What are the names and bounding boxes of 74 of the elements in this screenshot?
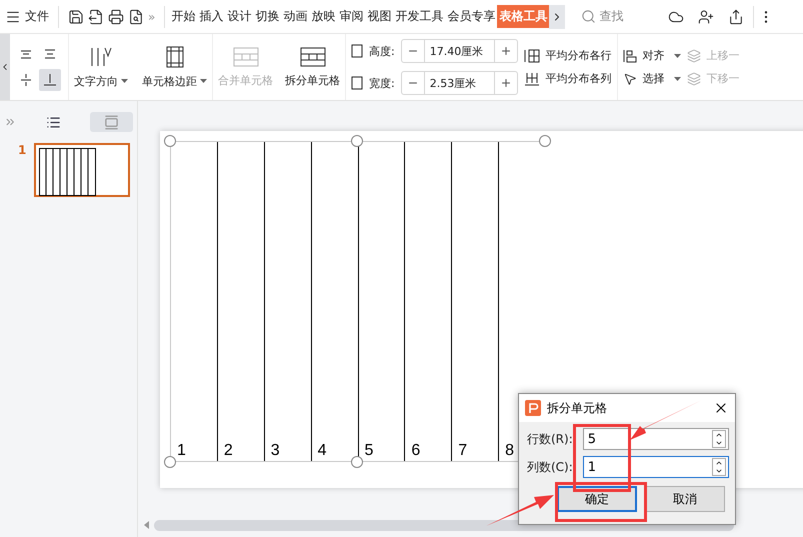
align-icon [43, 73, 57, 87]
size-icon [351, 76, 363, 90]
share-icon[interactable] [728, 8, 744, 24]
ribbon-tab[interactable]: 放映 [309, 5, 338, 28]
list-icon [46, 114, 61, 130]
resize-handle[interactable] [164, 456, 176, 468]
caret-icon [674, 54, 681, 58]
split-cells-button[interactable]: 拆分单元格 [285, 46, 340, 88]
ok-button[interactable]: 确定 [557, 486, 637, 512]
size-icon [351, 44, 363, 58]
table-cell: 3 [264, 142, 311, 461]
ribbon-tab[interactable]: 设计 [225, 5, 254, 28]
search-button[interactable]: 查找 [581, 8, 624, 25]
table-cells-icon [300, 46, 326, 66]
file-menu[interactable]: 文件 [0, 4, 54, 28]
distribute-button[interactable]: 平均分布各行 [524, 48, 612, 63]
cell-margin-button[interactable]: 单元格边距 [142, 46, 207, 88]
slide-thumbnail[interactable] [34, 143, 130, 197]
ribbon-tab[interactable]: 动画 [281, 5, 310, 28]
align-button[interactable] [39, 69, 61, 91]
table-cells-icon [232, 46, 258, 66]
scroll-left-icon[interactable] [144, 521, 150, 529]
caret-icon [674, 76, 681, 80]
align-icon [19, 73, 33, 87]
ribbon-tab[interactable]: 视图 [365, 5, 394, 28]
resize-handle[interactable] [351, 456, 363, 468]
align-left-icon [622, 48, 637, 62]
align-icon [43, 47, 57, 61]
ribbon-tab[interactable]: 开发工具 [393, 5, 446, 28]
distribute-button[interactable]: 平均分布各列 [524, 71, 612, 86]
ribbon-tab[interactable]: 会员专享 [445, 5, 498, 28]
spin-arrows-icon[interactable] [712, 430, 726, 448]
tabs-scroll-button[interactable] [549, 4, 566, 28]
slides-icon [104, 114, 120, 130]
save-icon[interactable] [68, 8, 84, 24]
export-icon[interactable] [88, 8, 104, 24]
resize-handle[interactable] [351, 135, 363, 147]
layers-icon [686, 72, 701, 86]
pointer-icon [622, 72, 637, 86]
layers-icon [686, 48, 701, 62]
search-icon [581, 9, 596, 24]
caret-icon [121, 79, 128, 83]
ribbon-tab[interactable]: 审阅 [337, 5, 366, 28]
arrange-button[interactable]: 对齐 [622, 48, 681, 63]
table-cell: 2 [216, 142, 264, 461]
distribute-icon [524, 72, 540, 86]
resize-handle[interactable] [539, 135, 551, 147]
print-preview-icon[interactable] [128, 8, 144, 24]
distribute-icon [524, 48, 540, 62]
add-user-icon[interactable] [698, 8, 714, 24]
ribbon-tab[interactable]: 插入 [197, 5, 226, 28]
plus-icon[interactable] [500, 45, 512, 57]
text-direction-button[interactable]: 文字方向 [74, 46, 128, 88]
table-grid-icon [164, 46, 184, 68]
dialog-title: 拆分单元格 [547, 400, 608, 416]
plus-icon[interactable] [500, 77, 512, 89]
field-label: 宽度: [369, 76, 395, 90]
app-logo-icon [525, 400, 541, 416]
table-cell: 7 [451, 142, 498, 461]
table-cell: 6 [404, 142, 452, 461]
spin-arrows-icon[interactable] [712, 458, 726, 476]
print-icon[interactable] [108, 8, 124, 24]
number-field[interactable]: 1 [582, 456, 729, 478]
cancel-button[interactable]: 取消 [645, 486, 725, 512]
field-label: 高度: [369, 44, 395, 58]
ribbon-tab[interactable]: 切换 [253, 5, 282, 28]
size-field[interactable]: 17.40厘米 [400, 39, 518, 63]
size-field[interactable]: 2.53厘米 [400, 71, 518, 95]
caret-icon [200, 79, 207, 83]
resize-handle[interactable] [164, 135, 176, 147]
arrange-button[interactable]: 选择 [622, 71, 681, 86]
number-field[interactable]: 5 [582, 428, 729, 450]
slide-number: 1 [18, 143, 26, 157]
ribbon-tab[interactable]: 开始 [169, 5, 198, 28]
